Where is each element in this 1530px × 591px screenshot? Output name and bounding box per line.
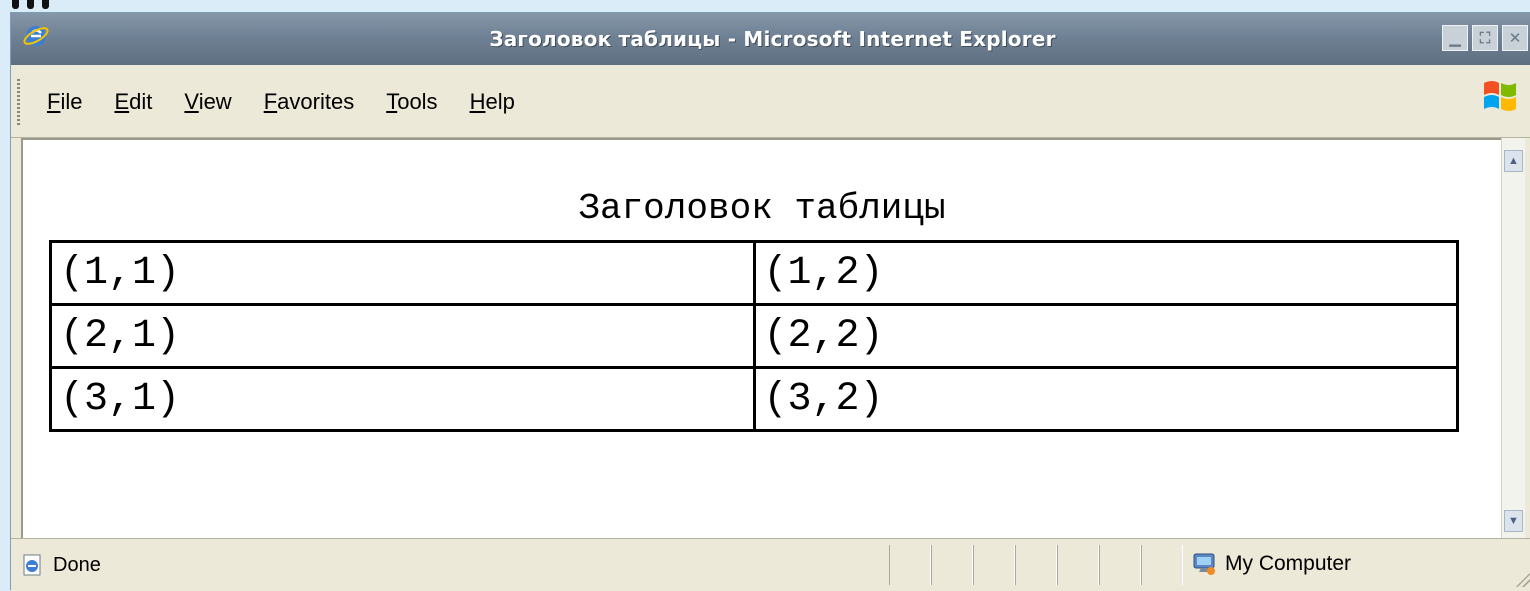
- menu-bar: File Edit View Favorites Tools Help: [11, 65, 1530, 138]
- status-pane: [1015, 545, 1057, 585]
- computer-icon: [1193, 553, 1215, 575]
- close-button[interactable]: ✕: [1502, 25, 1528, 51]
- scroll-up-button[interactable]: ▲: [1504, 150, 1523, 172]
- security-zone[interactable]: My Computer: [1191, 551, 1351, 577]
- ie-icon: [23, 26, 49, 46]
- menu-favorites[interactable]: Favorites: [264, 89, 355, 115]
- status-pane: [973, 545, 1015, 585]
- vertical-scrollbar[interactable]: ▲ ▼: [1501, 138, 1525, 538]
- browser-window: Заголовок таблицы - Microsoft Internet E…: [10, 12, 1530, 591]
- maximize-button[interactable]: ⛶: [1472, 25, 1498, 51]
- table-cell: (2,2): [752, 303, 1459, 369]
- table-cell: (2,1): [49, 303, 756, 369]
- table-cell: (3,1): [49, 366, 756, 432]
- scroll-down-button[interactable]: ▼: [1504, 510, 1523, 532]
- table-row: (1,1) (1,2): [49, 240, 1459, 306]
- zone-label: My Computer: [1225, 552, 1352, 575]
- minimize-icon: ▁: [1449, 29, 1461, 47]
- status-pane: [931, 545, 973, 585]
- table-caption: Заголовок таблицы: [578, 188, 946, 229]
- page-content: Заголовок таблицы (1,1) (1,2) (2,1) (2,2…: [21, 138, 1501, 538]
- menu-tools[interactable]: Tools: [386, 89, 437, 115]
- close-icon: ✕: [1508, 29, 1522, 47]
- status-pane: [889, 545, 931, 585]
- chevron-up-icon: ▲: [1508, 155, 1519, 167]
- menu-file[interactable]: File: [47, 89, 82, 115]
- status-pane: [1057, 545, 1099, 585]
- menu-view[interactable]: View: [184, 89, 231, 115]
- minimize-button[interactable]: ▁: [1442, 25, 1468, 51]
- toolbar-grip[interactable]: [17, 79, 20, 125]
- window-title: Заголовок таблицы - Microsoft Internet E…: [489, 27, 1056, 51]
- status-pane: [1099, 545, 1141, 585]
- status-panes: [889, 545, 1183, 585]
- windows-flag-icon: [1484, 81, 1516, 111]
- menu-edit[interactable]: Edit: [114, 89, 152, 115]
- decorative-dots: [12, 0, 49, 12]
- table-cell: (1,1): [49, 240, 756, 306]
- table-row: (3,1) (3,2): [49, 366, 1459, 432]
- chevron-down-icon: ▼: [1508, 515, 1519, 527]
- maximize-icon: ⛶: [1479, 29, 1491, 47]
- status-pane: [1141, 545, 1183, 585]
- table-cell: (1,2): [752, 240, 1459, 306]
- page-done-icon: [23, 554, 41, 576]
- title-bar[interactable]: Заголовок таблицы - Microsoft Internet E…: [11, 13, 1530, 65]
- table-row: (2,1) (2,2): [49, 303, 1459, 369]
- table-cell: (3,2): [752, 366, 1459, 432]
- menu-help[interactable]: Help: [470, 89, 515, 115]
- status-bar: Done My Computer: [11, 538, 1530, 591]
- data-table: (1,1) (1,2) (2,1) (2,2) (3,1) (3,2): [49, 240, 1459, 432]
- status-text: Done: [53, 553, 101, 576]
